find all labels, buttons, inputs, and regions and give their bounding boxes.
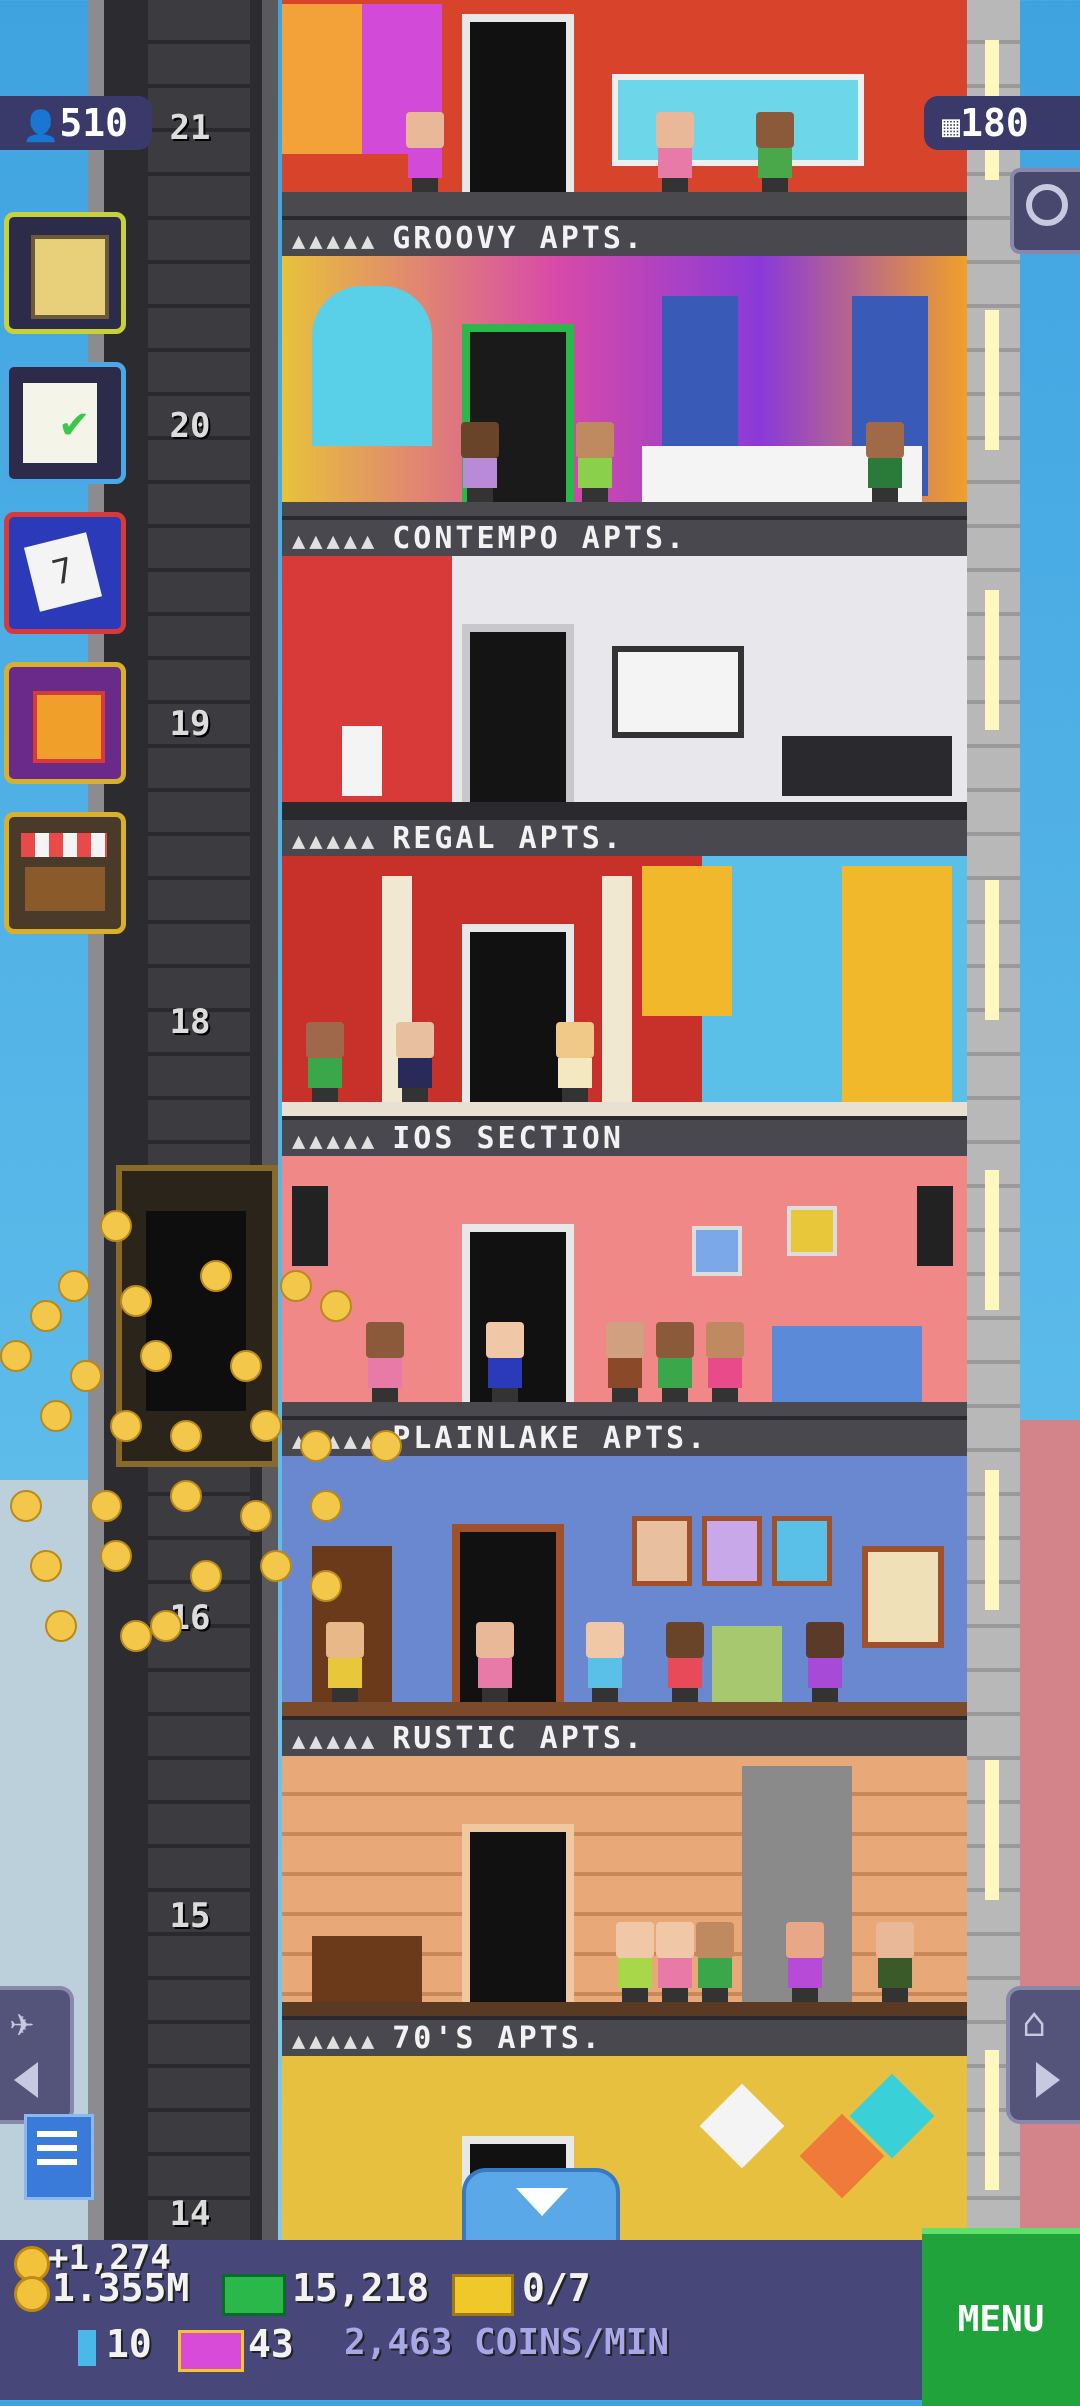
floor-number: 18 <box>169 1002 211 1042</box>
window <box>862 1546 944 1648</box>
picture-frame <box>702 1516 762 1586</box>
house-icon: ⌂ <box>1022 2000 1047 2046</box>
shaft-rail-right <box>262 0 278 2240</box>
floor-number: 14 <box>169 2194 211 2234</box>
floor-name: RUSTIC APTS. <box>392 1721 645 1756</box>
floor-stars: ▲▲▲▲▲ <box>292 1729 379 1754</box>
search-icon <box>1026 184 1068 226</box>
chevron-down-icon <box>516 2188 568 2216</box>
blue-sofa <box>772 1326 922 1402</box>
floor-19-room[interactable] <box>282 556 967 826</box>
floor-name: GROOVY APTS. <box>392 221 645 256</box>
missions-button[interactable]: ✔ <box>4 362 126 484</box>
floor-lamp <box>342 726 382 796</box>
floors-counter[interactable]: ▦180 <box>924 96 1080 150</box>
floor-14-room[interactable] <box>282 2056 967 2240</box>
floor-20-room[interactable] <box>282 256 967 526</box>
arrow-left-icon <box>14 2062 38 2098</box>
population-value: 510 <box>59 101 128 145</box>
floor-sign-regal[interactable]: ▲▲▲▲▲ REGAL APTS. <box>282 816 967 858</box>
stat-a-value: 10 <box>106 2322 152 2366</box>
aquarium <box>612 74 864 166</box>
key-icon <box>78 2330 96 2366</box>
bux-icon <box>222 2274 286 2316</box>
elevator-car-door <box>146 1211 246 1411</box>
document-icon <box>37 2131 77 2137</box>
tickets-value: 0/7 <box>522 2266 591 2310</box>
picture-frame <box>632 1516 692 1586</box>
arrow-right-icon <box>1036 2062 1060 2098</box>
building-icon: ▦ <box>942 109 961 144</box>
floor-stars: ▲▲▲▲▲ <box>292 529 379 554</box>
gift-button[interactable] <box>4 662 126 784</box>
market-stall-counter <box>25 867 105 911</box>
floor-name: IOS SECTION <box>392 1121 624 1156</box>
ticket-icon <box>452 2274 514 2316</box>
marble-column <box>602 876 632 1102</box>
speaker <box>917 1186 953 1266</box>
floor-16-room[interactable] <box>282 1456 967 1726</box>
floor-name: 70'S APTS. <box>392 2021 603 2056</box>
visitor-nav-button[interactable]: ✈ <box>0 1986 74 2124</box>
floor-name: PLAINLAKE APTS. <box>392 1421 709 1456</box>
floor-stars: ▲▲▲▲▲ <box>292 829 379 854</box>
framed-art <box>612 646 744 738</box>
building-icon <box>31 235 109 319</box>
menu-button[interactable]: MENU <box>922 2228 1080 2406</box>
peace-sign-decor <box>312 286 432 446</box>
coin-icon <box>14 2276 50 2312</box>
person-icon: 👤 <box>22 109 60 144</box>
floor-21-room[interactable] <box>282 0 967 216</box>
check-icon: ✔ <box>61 397 88 448</box>
floor-number: 19 <box>169 704 211 744</box>
stat-b-value: 43 <box>248 2322 294 2366</box>
airplane-icon: ✈ <box>10 2000 35 2046</box>
population-counter[interactable]: 👤510 <box>0 96 152 150</box>
gold-curtain <box>842 866 952 1102</box>
coins-value: 1.355M <box>52 2266 190 2310</box>
floor-sign-groovy[interactable]: ▲▲▲▲▲ GROOVY APTS. <box>282 216 967 258</box>
calendar-icon: 7 <box>23 532 103 612</box>
floors-count-value: 180 <box>960 101 1029 145</box>
picture-frame <box>772 1516 832 1586</box>
speaker <box>292 1186 328 1266</box>
floor-sign-rustic[interactable]: ▲▲▲▲▲ RUSTIC APTS. <box>282 1716 967 1758</box>
floor-stars: ▲▲▲▲▲ <box>292 229 379 254</box>
gold-curtain <box>642 866 732 1016</box>
tower-right-wall <box>965 0 1020 2240</box>
floor-name: REGAL APTS. <box>392 821 624 856</box>
floor-18-room[interactable] <box>282 856 967 1126</box>
armchair <box>712 1626 782 1702</box>
table <box>312 1936 422 2002</box>
shop-button[interactable] <box>4 812 126 934</box>
scroll-down-button[interactable] <box>462 2168 620 2244</box>
shaft-rail-left <box>88 0 104 2240</box>
search-button[interactable] <box>1010 168 1080 254</box>
floor-number: 15 <box>169 1896 211 1936</box>
gift-icon <box>33 691 105 763</box>
bux-value: 15,218 <box>292 2266 430 2310</box>
floor-sign-ios-section[interactable]: ▲▲▲▲▲ IOS SECTION <box>282 1116 967 1158</box>
picture-frame <box>692 1226 742 1276</box>
picture-frame <box>787 1206 837 1256</box>
news-button[interactable] <box>24 2114 94 2200</box>
market-stall-icon <box>21 833 107 857</box>
coins-per-min-text: 2,463 COINS/MIN <box>344 2322 670 2363</box>
floor-sign-70s[interactable]: ▲▲▲▲▲ 70'S APTS. <box>282 2016 967 2058</box>
floor-sign-contempo[interactable]: ▲▲▲▲▲ CONTEMPO APTS. <box>282 516 967 558</box>
floor-number: 20 <box>169 406 211 446</box>
floor-15-room[interactable] <box>282 1756 967 2026</box>
vip-icon <box>178 2330 244 2372</box>
floor-name: CONTEMPO APTS. <box>392 521 688 556</box>
floor-stars: ▲▲▲▲▲ <box>292 1129 379 1154</box>
floor-17-room[interactable] <box>282 1156 967 1426</box>
build-floor-button[interactable] <box>4 212 126 334</box>
calendar-button[interactable]: 7 <box>4 512 126 634</box>
bed <box>782 736 952 796</box>
floor-stars: ▲▲▲▲▲ <box>292 2029 379 2054</box>
floor-number: 21 <box>169 108 211 148</box>
lobby-nav-button[interactable]: ⌂ <box>1006 1986 1080 2124</box>
